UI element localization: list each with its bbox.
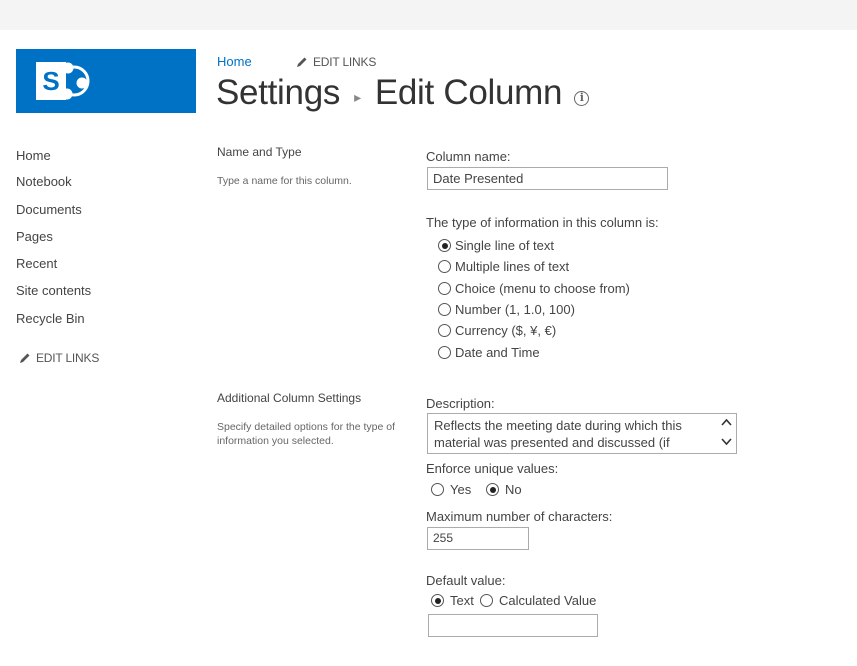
radio-button[interactable] xyxy=(438,346,451,359)
nav-item-recycle-bin[interactable]: Recycle Bin xyxy=(16,311,85,326)
nav-item-site-contents[interactable]: Site contents xyxy=(16,283,91,298)
enforce-unique-no-label: No xyxy=(505,482,522,497)
radio-button[interactable] xyxy=(431,483,444,496)
enforce-unique-label: Enforce unique values: xyxy=(426,461,559,476)
column-name-input[interactable]: Date Presented xyxy=(427,167,668,190)
enforce-unique-no[interactable]: No xyxy=(486,482,522,497)
top-edit-links[interactable]: EDIT LINKS xyxy=(296,55,376,69)
suite-bar xyxy=(0,0,857,30)
type-option-multiple-lines[interactable]: Multiple lines of text xyxy=(438,259,569,274)
page-title: Settings ▸ Edit Column i xyxy=(216,73,590,113)
page-title-settings[interactable]: Settings xyxy=(216,73,340,113)
top-edit-links-label: EDIT LINKS xyxy=(313,55,377,69)
default-value-text-option[interactable]: Text xyxy=(431,593,474,608)
nav-item-home[interactable]: Home xyxy=(16,148,51,163)
type-option-date-time[interactable]: Date and Time xyxy=(438,345,540,360)
pencil-icon xyxy=(297,57,307,67)
enforce-unique-yes[interactable]: Yes xyxy=(431,482,471,497)
column-name-label: Column name: xyxy=(426,149,511,164)
radio-button[interactable] xyxy=(486,483,499,496)
type-option-label: Number (1, 1.0, 100) xyxy=(455,302,575,317)
type-option-label: Date and Time xyxy=(455,345,540,360)
max-chars-input[interactable]: 255 xyxy=(427,527,529,550)
additional-settings-section-description: Specify detailed options for the type of… xyxy=(217,421,396,447)
type-option-label: Choice (menu to choose from) xyxy=(455,281,630,296)
enforce-unique-yes-label: Yes xyxy=(450,482,472,497)
nav-item-documents[interactable]: Documents xyxy=(16,202,82,217)
radio-button[interactable] xyxy=(438,282,451,295)
default-value-calculated-option[interactable]: Calculated Value xyxy=(480,593,596,608)
pencil-icon xyxy=(20,353,30,363)
info-icon[interactable]: i xyxy=(574,90,590,106)
type-option-label: Multiple lines of text xyxy=(455,259,570,274)
radio-button[interactable] xyxy=(438,303,451,316)
radio-button[interactable] xyxy=(480,594,493,607)
type-option-label: Single line of text xyxy=(455,238,555,253)
sharepoint-logo[interactable]: S xyxy=(16,49,196,113)
breadcrumb-separator-icon: ▸ xyxy=(354,88,361,105)
chevron-up-icon[interactable] xyxy=(720,416,733,429)
default-value-label: Default value: xyxy=(426,573,506,588)
additional-settings-section-title: Additional Column Settings xyxy=(217,391,362,405)
radio-button[interactable] xyxy=(438,260,451,273)
nav-item-notebook[interactable]: Notebook xyxy=(16,174,72,189)
chevron-down-icon[interactable] xyxy=(720,435,733,448)
left-edit-links[interactable]: EDIT LINKS xyxy=(19,351,99,365)
default-value-text-label: Text xyxy=(450,593,474,608)
default-value-input[interactable] xyxy=(428,614,598,637)
default-value-calculated-label: Calculated Value xyxy=(499,593,597,608)
textarea-scrollbar[interactable] xyxy=(718,414,734,453)
nav-item-recent[interactable]: Recent xyxy=(16,256,57,271)
radio-button[interactable] xyxy=(431,594,444,607)
type-option-single-line[interactable]: Single line of text xyxy=(438,238,554,253)
description-textarea[interactable]: Reflects the meeting date during which t… xyxy=(427,413,737,454)
column-type-label: The type of information in this column i… xyxy=(426,215,659,230)
type-option-choice[interactable]: Choice (menu to choose from) xyxy=(438,281,630,296)
left-edit-links-label: EDIT LINKS xyxy=(36,351,100,365)
page-title-current: Edit Column xyxy=(374,73,563,112)
type-option-label: Currency ($, ¥, €) xyxy=(455,323,557,338)
type-option-number[interactable]: Number (1, 1.0, 100) xyxy=(438,302,575,317)
radio-button[interactable] xyxy=(438,324,451,337)
description-label: Description: xyxy=(426,396,495,411)
top-nav-home-link[interactable]: Home xyxy=(217,54,252,69)
radio-button[interactable] xyxy=(438,239,451,252)
svg-text:S: S xyxy=(42,66,59,96)
nav-item-pages[interactable]: Pages xyxy=(16,229,53,244)
sharepoint-logo-icon: S xyxy=(36,62,90,100)
name-type-section-description: Type a name for this column. xyxy=(217,175,352,187)
type-option-currency[interactable]: Currency ($, ¥, €) xyxy=(438,323,556,338)
max-chars-label: Maximum number of characters: xyxy=(426,509,613,524)
name-type-section-title: Name and Type xyxy=(217,145,302,159)
description-text: Reflects the meeting date during which t… xyxy=(434,418,682,450)
